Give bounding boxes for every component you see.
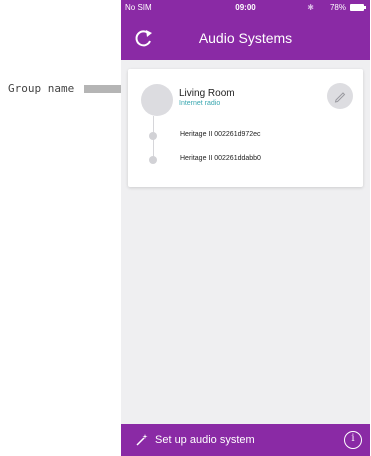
edit-group-button[interactable] — [327, 83, 353, 109]
battery-icon — [350, 4, 366, 11]
battery-percent: 78% — [329, 3, 346, 12]
pencil-icon — [334, 92, 346, 103]
setup-audio-system-button[interactable]: Set up audio system — [135, 430, 285, 450]
device-name: Heritage II 002261ddabb0 — [180, 155, 261, 162]
group-card[interactable]: Living Room Internet radio Heritage II 0… — [128, 69, 363, 187]
info-icon: i — [351, 433, 355, 444]
group-name: Living Room — [179, 88, 235, 99]
device-item[interactable]: Heritage II 002261d972ec — [144, 127, 359, 145]
device-dot — [149, 156, 157, 164]
nav-bar: Audio Systems — [121, 16, 370, 60]
bottom-toolbar: Set up audio system i — [121, 424, 370, 456]
group-avatar — [141, 84, 173, 116]
page-title: Audio Systems — [198, 30, 293, 46]
device-dot — [149, 132, 157, 140]
info-button[interactable]: i — [344, 431, 362, 449]
magic-wand-icon — [136, 434, 148, 446]
annotation-label: Group name — [8, 82, 75, 95]
phone-screen: No SIM 09:00 ✱ 78% Audio Systems Living … — [121, 0, 370, 456]
group-source: Internet radio — [179, 100, 221, 107]
device-item[interactable]: Heritage II 002261ddabb0 — [144, 151, 359, 169]
device-name: Heritage II 002261d972ec — [180, 131, 261, 138]
bluetooth-icon: ✱ — [307, 3, 314, 12]
group-list: Living Room Internet radio Heritage II 0… — [121, 60, 370, 424]
setup-label: Set up audio system — [155, 434, 255, 446]
status-bar: No SIM 09:00 ✱ 78% — [121, 0, 370, 16]
